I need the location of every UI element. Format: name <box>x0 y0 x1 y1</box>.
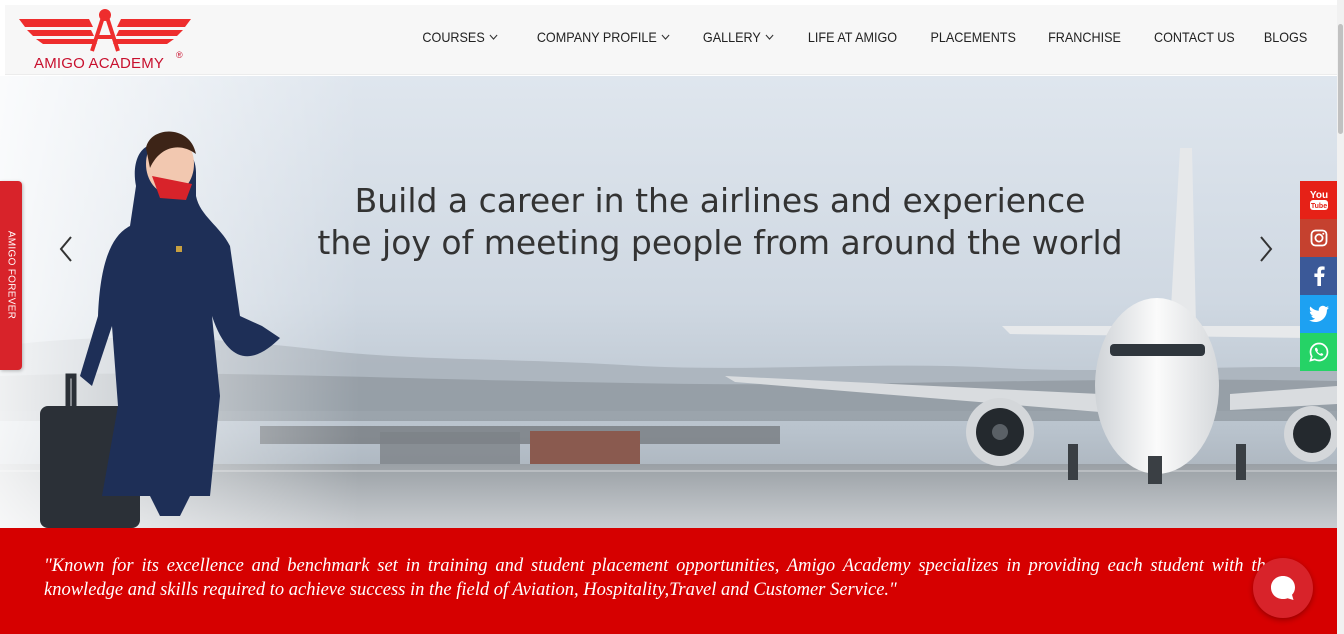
slider-next-arrow-icon[interactable] <box>1256 234 1276 264</box>
nav-label: PLACEMENTS <box>930 29 1017 45</box>
hero-heading-line-1: Build a career in the airlines and exper… <box>354 181 1086 220</box>
nav-label: GALLERY <box>702 29 761 45</box>
nav-life-at-amigo[interactable]: LIFE AT AMIGO <box>808 29 897 45</box>
brand-name: AMIGO ACADEMY <box>34 55 165 72</box>
nav-contact-us[interactable]: CONTACT US <box>1154 29 1235 45</box>
nav-label: COURSES <box>422 29 485 45</box>
academy-quote: "Known for its excellence and benchmark … <box>44 556 1274 600</box>
social-sidebar: You Tube <box>1300 181 1337 371</box>
registered-mark: ® <box>176 50 183 60</box>
amigo-academy-logo[interactable]: AMIGO ACADEMY ® <box>19 7 191 75</box>
instagram-link[interactable] <box>1300 219 1337 257</box>
chat-widget-button[interactable] <box>1253 558 1313 618</box>
hero-slider: Build a career in the airlines and exper… <box>0 76 1337 528</box>
amigo-forever-label: AMIGO FOREVER <box>5 230 17 320</box>
hero-background-image <box>0 76 1337 528</box>
twitter-icon <box>1308 305 1329 322</box>
page-scrollbar[interactable] <box>1337 0 1344 634</box>
nav-label: CONTACT US <box>1154 29 1235 45</box>
nav-gallery[interactable]: GALLERY <box>703 29 774 45</box>
nav-label: COMPANY PROFILE <box>537 29 658 45</box>
twitter-link[interactable] <box>1300 295 1337 333</box>
whatsapp-link[interactable] <box>1300 333 1337 371</box>
nav-franchise[interactable]: FRANCHISE <box>1048 29 1121 45</box>
quote-banner: "Known for its excellence and benchmark … <box>0 528 1337 634</box>
whatsapp-icon <box>1308 342 1328 362</box>
scrollbar-thumb[interactable] <box>1338 24 1343 134</box>
youtube-link[interactable]: You Tube <box>1300 181 1337 219</box>
svg-text:You: You <box>1309 190 1327 201</box>
nav-company-profile[interactable]: COMPANY PROFILE <box>537 29 671 45</box>
hero-heading: Build a career in the airlines and exper… <box>0 180 1337 264</box>
nav-placements[interactable]: PLACEMENTS <box>931 29 1016 45</box>
amigo-forever-tab[interactable]: AMIGO FOREVER <box>0 181 22 370</box>
nav-courses[interactable]: COURSES <box>423 29 499 45</box>
nav-blogs[interactable]: BLOGS <box>1264 29 1307 45</box>
site-header: AMIGO ACADEMY ® COURSES COMPANY PROFILE … <box>5 5 1337 75</box>
hero-heading-line-2: the joy of meeting people from around th… <box>317 223 1123 262</box>
facebook-icon <box>1313 266 1325 286</box>
chevron-down-icon <box>662 34 671 40</box>
chat-bubble-icon <box>1271 576 1295 600</box>
nav-label: LIFE AT AMIGO <box>808 29 898 45</box>
svg-text:Tube: Tube <box>1310 203 1326 210</box>
chevron-down-icon <box>490 34 498 40</box>
nav-label: FRANCHISE <box>1048 29 1122 45</box>
facebook-link[interactable] <box>1300 257 1337 295</box>
chevron-down-icon <box>765 34 774 40</box>
wings-logo-icon <box>19 9 191 52</box>
main-nav: COURSES COMPANY PROFILE GALLERY LIFE AT … <box>414 29 1307 45</box>
nav-label: BLOGS <box>1263 29 1307 45</box>
slider-prev-arrow-icon[interactable] <box>56 234 76 264</box>
instagram-icon <box>1310 229 1327 247</box>
youtube-icon: You Tube <box>1309 190 1328 210</box>
